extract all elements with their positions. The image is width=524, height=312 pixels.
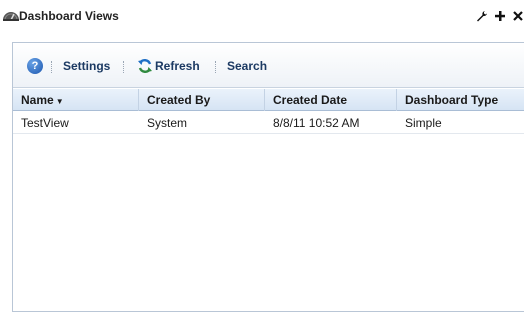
table-row[interactable]: TestView System 8/8/11 10:52 AM Simple [13,112,524,134]
column-header-name[interactable]: Name ▼ [13,89,139,111]
column-header-created-by[interactable]: Created By [139,89,265,111]
cell-created-by: System [147,116,188,130]
column-header-dashboard-type[interactable]: Dashboard Type [397,89,524,111]
settings-button[interactable]: Settings [63,59,110,73]
window-controls [476,10,524,22]
toolbar-separator [215,61,216,73]
column-header-created-date[interactable]: Created Date [265,89,397,111]
title-bar: Dashboard Views [0,0,524,36]
refresh-button[interactable]: Refresh [137,58,200,74]
refresh-icon [137,58,153,74]
cell-created-date: 8/8/11 10:52 AM [273,116,360,130]
window-title: Dashboard Views [19,9,119,23]
toolbar: ? Settings Refresh Search [13,43,524,88]
dashboard-gauge-icon [2,8,20,22]
sort-descending-icon: ▼ [55,97,64,106]
table-header: Name ▼ Created By Created Date Dashboard … [13,89,524,111]
plus-icon[interactable] [494,10,506,22]
help-icon[interactable]: ? [27,58,43,74]
close-icon[interactable] [512,10,524,22]
dashboard-views-panel: ? Settings Refresh Search Name ▼ Created … [12,42,524,312]
search-button[interactable]: Search [227,59,267,73]
toolbar-separator [123,61,124,73]
cell-dashboard-type: Simple [405,116,442,130]
column-header-label: Name [21,93,54,107]
toolbar-separator [51,61,52,73]
cell-name: TestView [21,116,69,130]
wrench-icon[interactable] [476,10,488,22]
refresh-label: Refresh [155,59,200,73]
